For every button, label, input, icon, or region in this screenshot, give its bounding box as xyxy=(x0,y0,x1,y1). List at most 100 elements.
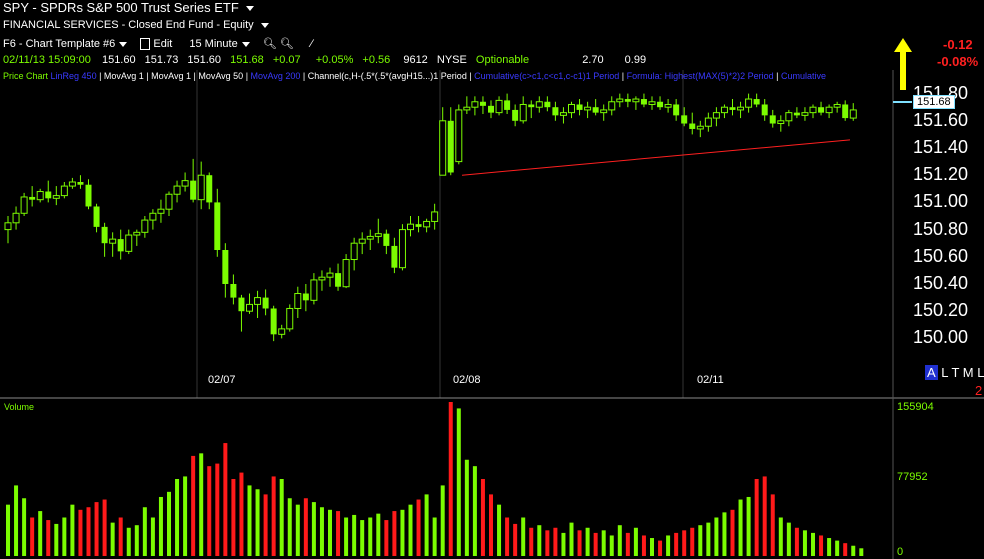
volume-bar xyxy=(247,485,252,556)
candle-body xyxy=(801,112,809,116)
candle-body xyxy=(753,99,760,105)
toggle-l[interactable]: L xyxy=(941,365,948,380)
volume-bar xyxy=(754,479,759,556)
candle-body xyxy=(737,106,745,111)
candle-body xyxy=(326,272,334,278)
volume-bar xyxy=(859,548,864,556)
candle-body xyxy=(407,223,414,231)
volume-bar xyxy=(722,512,727,556)
volume-bar xyxy=(456,408,461,556)
toggle-t[interactable]: T xyxy=(951,365,959,380)
volume-bar xyxy=(239,472,244,556)
candle-body xyxy=(238,297,245,312)
volume-bar xyxy=(38,511,43,556)
volume-bar xyxy=(336,511,341,556)
candle-body xyxy=(117,239,124,252)
volume-bar xyxy=(472,466,477,556)
price-chart[interactable] xyxy=(0,0,984,559)
price-tick-label: 150.20 xyxy=(913,300,969,321)
candle-body xyxy=(206,175,213,203)
candle-body xyxy=(29,196,36,200)
candle-body xyxy=(310,279,318,301)
candle-body xyxy=(350,242,358,261)
trend-line[interactable] xyxy=(461,139,851,176)
volume-bar xyxy=(448,402,453,556)
candle-body xyxy=(391,245,398,268)
candle-body xyxy=(455,109,463,163)
volume-bar xyxy=(150,517,155,556)
volume-bar xyxy=(231,479,236,556)
volume-bar xyxy=(384,520,389,556)
candle-body xyxy=(222,250,229,284)
candle-body xyxy=(689,123,696,129)
volume-bar xyxy=(666,535,671,556)
volume-bar xyxy=(6,504,10,556)
volume-bar xyxy=(46,520,51,556)
candle-body xyxy=(640,99,647,105)
candle-body xyxy=(519,103,527,122)
candle-body xyxy=(335,273,342,287)
candle-body xyxy=(358,238,366,244)
volume-bar xyxy=(167,491,171,556)
volume-bar xyxy=(183,476,188,556)
volume-bar xyxy=(30,517,35,556)
volume-bar xyxy=(537,525,542,556)
volume-bar xyxy=(843,543,848,556)
date-label-0208: 02/08 xyxy=(453,374,481,386)
candle-body xyxy=(616,98,624,103)
volume-bar xyxy=(287,498,292,556)
toggle-l2[interactable]: L xyxy=(977,365,984,380)
volume-bar xyxy=(22,498,27,556)
candle-body xyxy=(165,193,173,210)
price-tick-label: 150.60 xyxy=(913,245,969,266)
volume-bar xyxy=(489,494,493,556)
volume-bar xyxy=(263,494,268,556)
toggle-m[interactable]: M xyxy=(963,365,974,380)
volume-label: Volume xyxy=(4,402,35,412)
volume-bar xyxy=(794,527,799,556)
candle-body xyxy=(254,297,262,305)
volume-bar xyxy=(811,532,815,556)
candle-body xyxy=(439,120,447,176)
candle-body xyxy=(761,104,768,116)
volume-bar xyxy=(802,530,807,556)
volume-bar xyxy=(682,530,687,556)
candle-body xyxy=(729,107,736,110)
candle-body xyxy=(36,191,44,201)
candle-body xyxy=(608,101,616,111)
volume-bar xyxy=(762,476,767,556)
volume-bar xyxy=(360,520,365,556)
volume-bar xyxy=(625,532,630,556)
candle-body xyxy=(101,226,108,244)
toggle-a[interactable]: A xyxy=(925,365,938,380)
volume-bar xyxy=(110,522,115,556)
volume-bar xyxy=(78,509,83,556)
volume-bar xyxy=(215,463,220,556)
volume-bar xyxy=(778,517,783,556)
candle-body xyxy=(849,109,857,119)
candle-body xyxy=(45,191,52,199)
candle-body xyxy=(584,106,592,111)
candle-body xyxy=(181,180,189,187)
candle-body xyxy=(552,107,559,116)
candle-body xyxy=(745,98,753,108)
volume-bar xyxy=(328,509,332,556)
candle-body xyxy=(648,101,656,105)
candle-body xyxy=(12,212,20,224)
volume-bar xyxy=(86,507,91,556)
volume-bar xyxy=(142,507,147,556)
volume-bar xyxy=(352,514,357,556)
date-label-0207: 02/07 xyxy=(208,374,236,386)
candle-body xyxy=(568,103,575,114)
volume-bar xyxy=(650,538,654,556)
toggle-2[interactable]: 2 xyxy=(975,383,982,398)
candle-body xyxy=(374,233,382,237)
volume-bar xyxy=(344,517,349,556)
volume-bar xyxy=(819,535,824,556)
volume-bar xyxy=(545,530,550,556)
candle-body xyxy=(495,99,503,114)
up-arrow-icon[interactable] xyxy=(894,38,912,90)
volume-bar xyxy=(279,479,284,556)
volume-bar xyxy=(14,485,19,556)
candle-body xyxy=(809,106,817,114)
